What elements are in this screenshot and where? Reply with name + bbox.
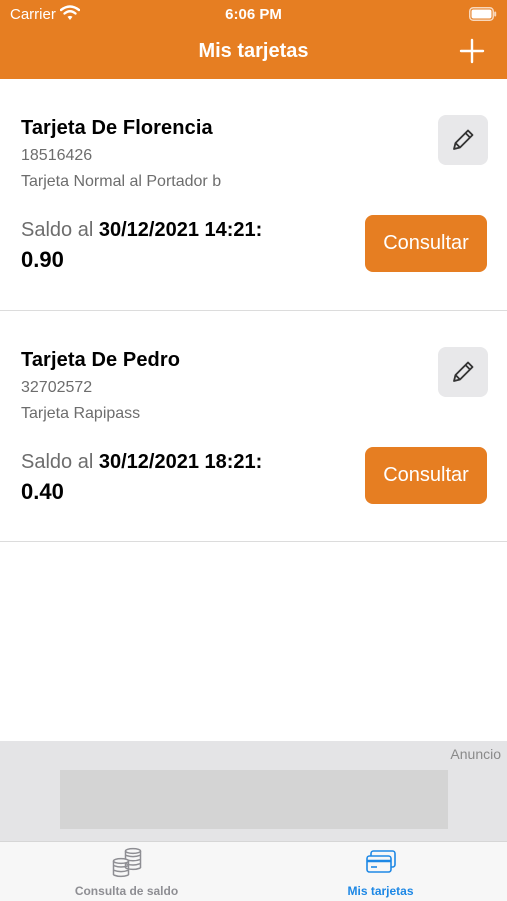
balance-label: Saldo al (21, 451, 99, 473)
tab-label: Mis tarjetas (347, 884, 414, 898)
card-type: Tarjeta Rapipass (21, 405, 141, 422)
pencil-icon (453, 361, 474, 382)
coins-icon (109, 847, 145, 884)
card-name: Tarjeta De Florencia (21, 117, 213, 139)
page-title: Mis tarjetas (198, 40, 309, 62)
consult-button[interactable]: Consultar (365, 215, 487, 272)
balance-line: Saldo al 30/12/2021 14:21: (21, 219, 262, 242)
add-card-button[interactable] (459, 38, 485, 64)
balance-value: 0.90 (21, 247, 64, 272)
tab-label: Consulta de saldo (74, 884, 179, 898)
top-bar: Carrier 6:06 PM Mis tarjetas (0, 0, 507, 79)
balance-date: 30/12/2021 14:21: (98, 219, 263, 241)
edit-card-button[interactable] (438, 115, 488, 165)
ad-label: Anuncio (450, 746, 501, 762)
card-type: Tarjeta Normal al Portador b (21, 173, 222, 190)
balance-value: 0.40 (21, 479, 64, 504)
battery-icon (469, 7, 497, 26)
pencil-icon (453, 129, 474, 150)
ad-area: Anuncio (0, 741, 507, 841)
card-item: Tarjeta De Pedro 32702572 Tarjeta Rapipa… (0, 311, 507, 542)
plus-icon (459, 38, 485, 64)
card-number: 18516426 (21, 147, 93, 164)
balance-date: 30/12/2021 18:21: (98, 451, 263, 473)
card-icon (363, 847, 399, 884)
balance-label: Saldo al (21, 219, 99, 241)
tab-mis-tarjetas[interactable]: Mis tarjetas (254, 842, 507, 901)
card-name: Tarjeta De Pedro (21, 349, 181, 371)
consult-button[interactable]: Consultar (365, 447, 487, 504)
status-bar: Carrier 6:06 PM (0, 0, 507, 28)
ad-banner[interactable] (60, 770, 448, 829)
edit-card-button[interactable] (438, 347, 488, 397)
card-item: Tarjeta De Florencia 18516426 Tarjeta No… (0, 79, 507, 311)
card-number: 32702572 (21, 379, 93, 396)
balance-line: Saldo al 30/12/2021 18:21: (21, 451, 262, 474)
tab-consulta-de-saldo[interactable]: Consulta de saldo (0, 842, 253, 901)
status-time: 6:06 PM (225, 6, 282, 23)
tab-bar: Consulta de saldo Mis tarjetas (0, 841, 507, 901)
